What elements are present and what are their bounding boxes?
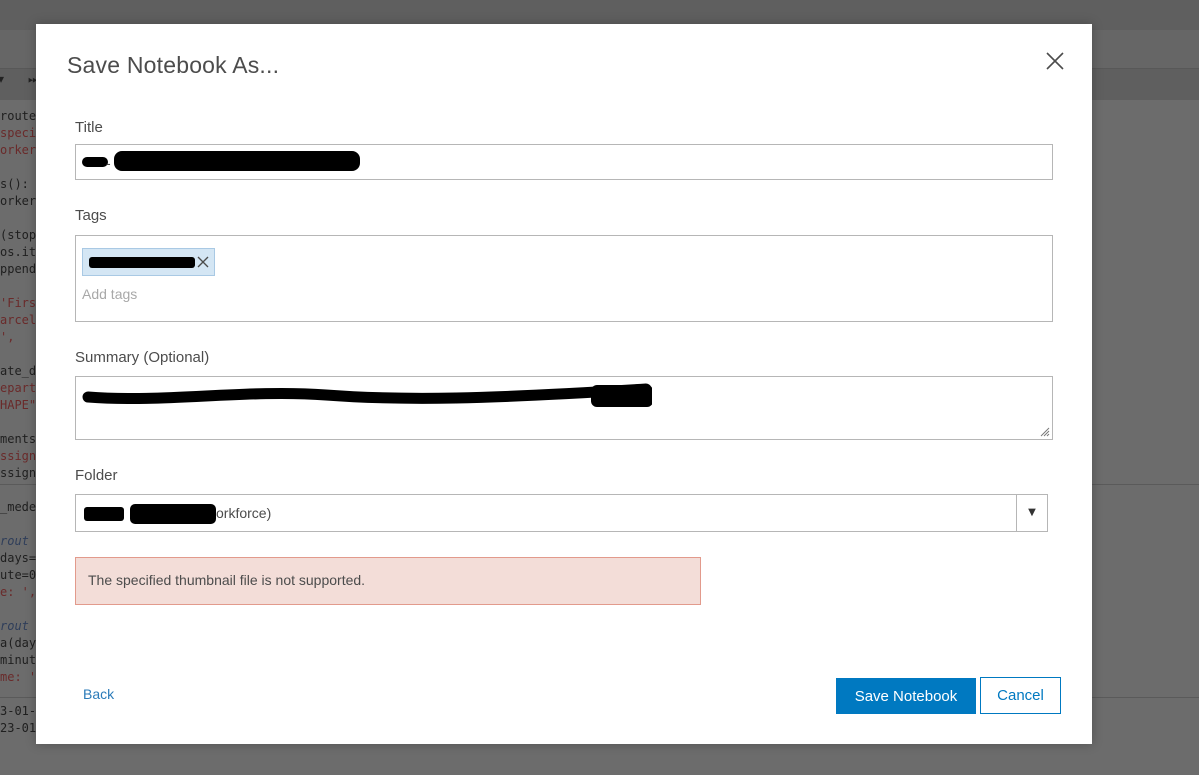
- code-line: HAPE": [0, 398, 37, 412]
- code-line: ssign: [0, 466, 37, 480]
- code-lines: route speci orker s(): orker (stop os.it ppend '…: [0, 108, 40, 737]
- tags-placeholder: Add tags: [82, 286, 138, 302]
- save-notebook-button[interactable]: Save Notebook: [836, 678, 976, 714]
- code-line: e: ',: [0, 585, 37, 599]
- code-line: ments: [0, 432, 37, 446]
- code-line: days=: [0, 551, 37, 565]
- code-line: arcel: [0, 313, 37, 327]
- cancel-button[interactable]: Cancel: [980, 677, 1061, 714]
- code-line: ate_d: [0, 364, 37, 378]
- code-line: orker: [0, 143, 37, 157]
- code-line: rout: [0, 534, 29, 548]
- code-line: me: ': [0, 670, 37, 684]
- code-line: ',: [0, 330, 15, 344]
- title-value: -: [106, 155, 111, 171]
- tag-chip[interactable]: [82, 248, 215, 276]
- code-line: ppend: [0, 262, 37, 276]
- tags-label: Tags: [75, 207, 107, 224]
- code-line: 3-01-: [0, 704, 37, 718]
- summary-label: Summary (Optional): [75, 349, 210, 366]
- code-line: epart: [0, 381, 37, 395]
- code-line: a(day: [0, 636, 37, 650]
- code-line: ute=0: [0, 568, 37, 582]
- code-line: (stop: [0, 228, 37, 242]
- code-line: minut: [0, 653, 37, 667]
- alert-message: The specified thumbnail file is not supp…: [88, 572, 366, 588]
- error-alert: The specified thumbnail file is not supp…: [75, 557, 701, 605]
- folder-select[interactable]: orkforce) ▼: [75, 494, 1048, 532]
- title-label: Title: [75, 119, 103, 136]
- code-line: _mede: [0, 500, 37, 514]
- folder-value: orkforce): [216, 505, 272, 521]
- redaction-mark: [130, 504, 216, 524]
- code-line: rout: [0, 619, 29, 633]
- code-line: orker: [0, 194, 37, 208]
- chevron-down-icon[interactable]: ▼: [1016, 495, 1047, 531]
- redaction-mark: [84, 507, 124, 521]
- redaction-mark: [82, 157, 108, 167]
- redaction-mark: [82, 383, 652, 407]
- code-line: s():: [0, 177, 29, 191]
- back-link[interactable]: Back: [83, 686, 114, 702]
- redaction-mark: [114, 151, 360, 171]
- dialog-title: Save Notebook As...: [67, 52, 280, 78]
- close-button[interactable]: [1040, 46, 1070, 76]
- title-input[interactable]: -: [75, 144, 1053, 180]
- code-line: ssign: [0, 449, 37, 463]
- code-line: os.it: [0, 245, 37, 259]
- resize-grip-icon[interactable]: [1038, 425, 1050, 437]
- folder-label: Folder: [75, 467, 118, 484]
- save-notebook-dialog: Save Notebook As... Title - Tags Add tag…: [36, 24, 1092, 744]
- close-icon: [1046, 52, 1064, 70]
- code-line: route: [0, 109, 37, 123]
- close-icon: [197, 256, 209, 268]
- code-line: 'Firs: [0, 296, 37, 310]
- redaction-mark: [89, 257, 195, 268]
- code-line: 23-01: [0, 721, 37, 735]
- summary-textarea[interactable]: [75, 376, 1053, 440]
- code-line: speci: [0, 126, 37, 140]
- tag-remove-button[interactable]: [196, 255, 210, 269]
- run-icon: ▾: [0, 72, 5, 86]
- tags-input[interactable]: Add tags: [75, 235, 1053, 322]
